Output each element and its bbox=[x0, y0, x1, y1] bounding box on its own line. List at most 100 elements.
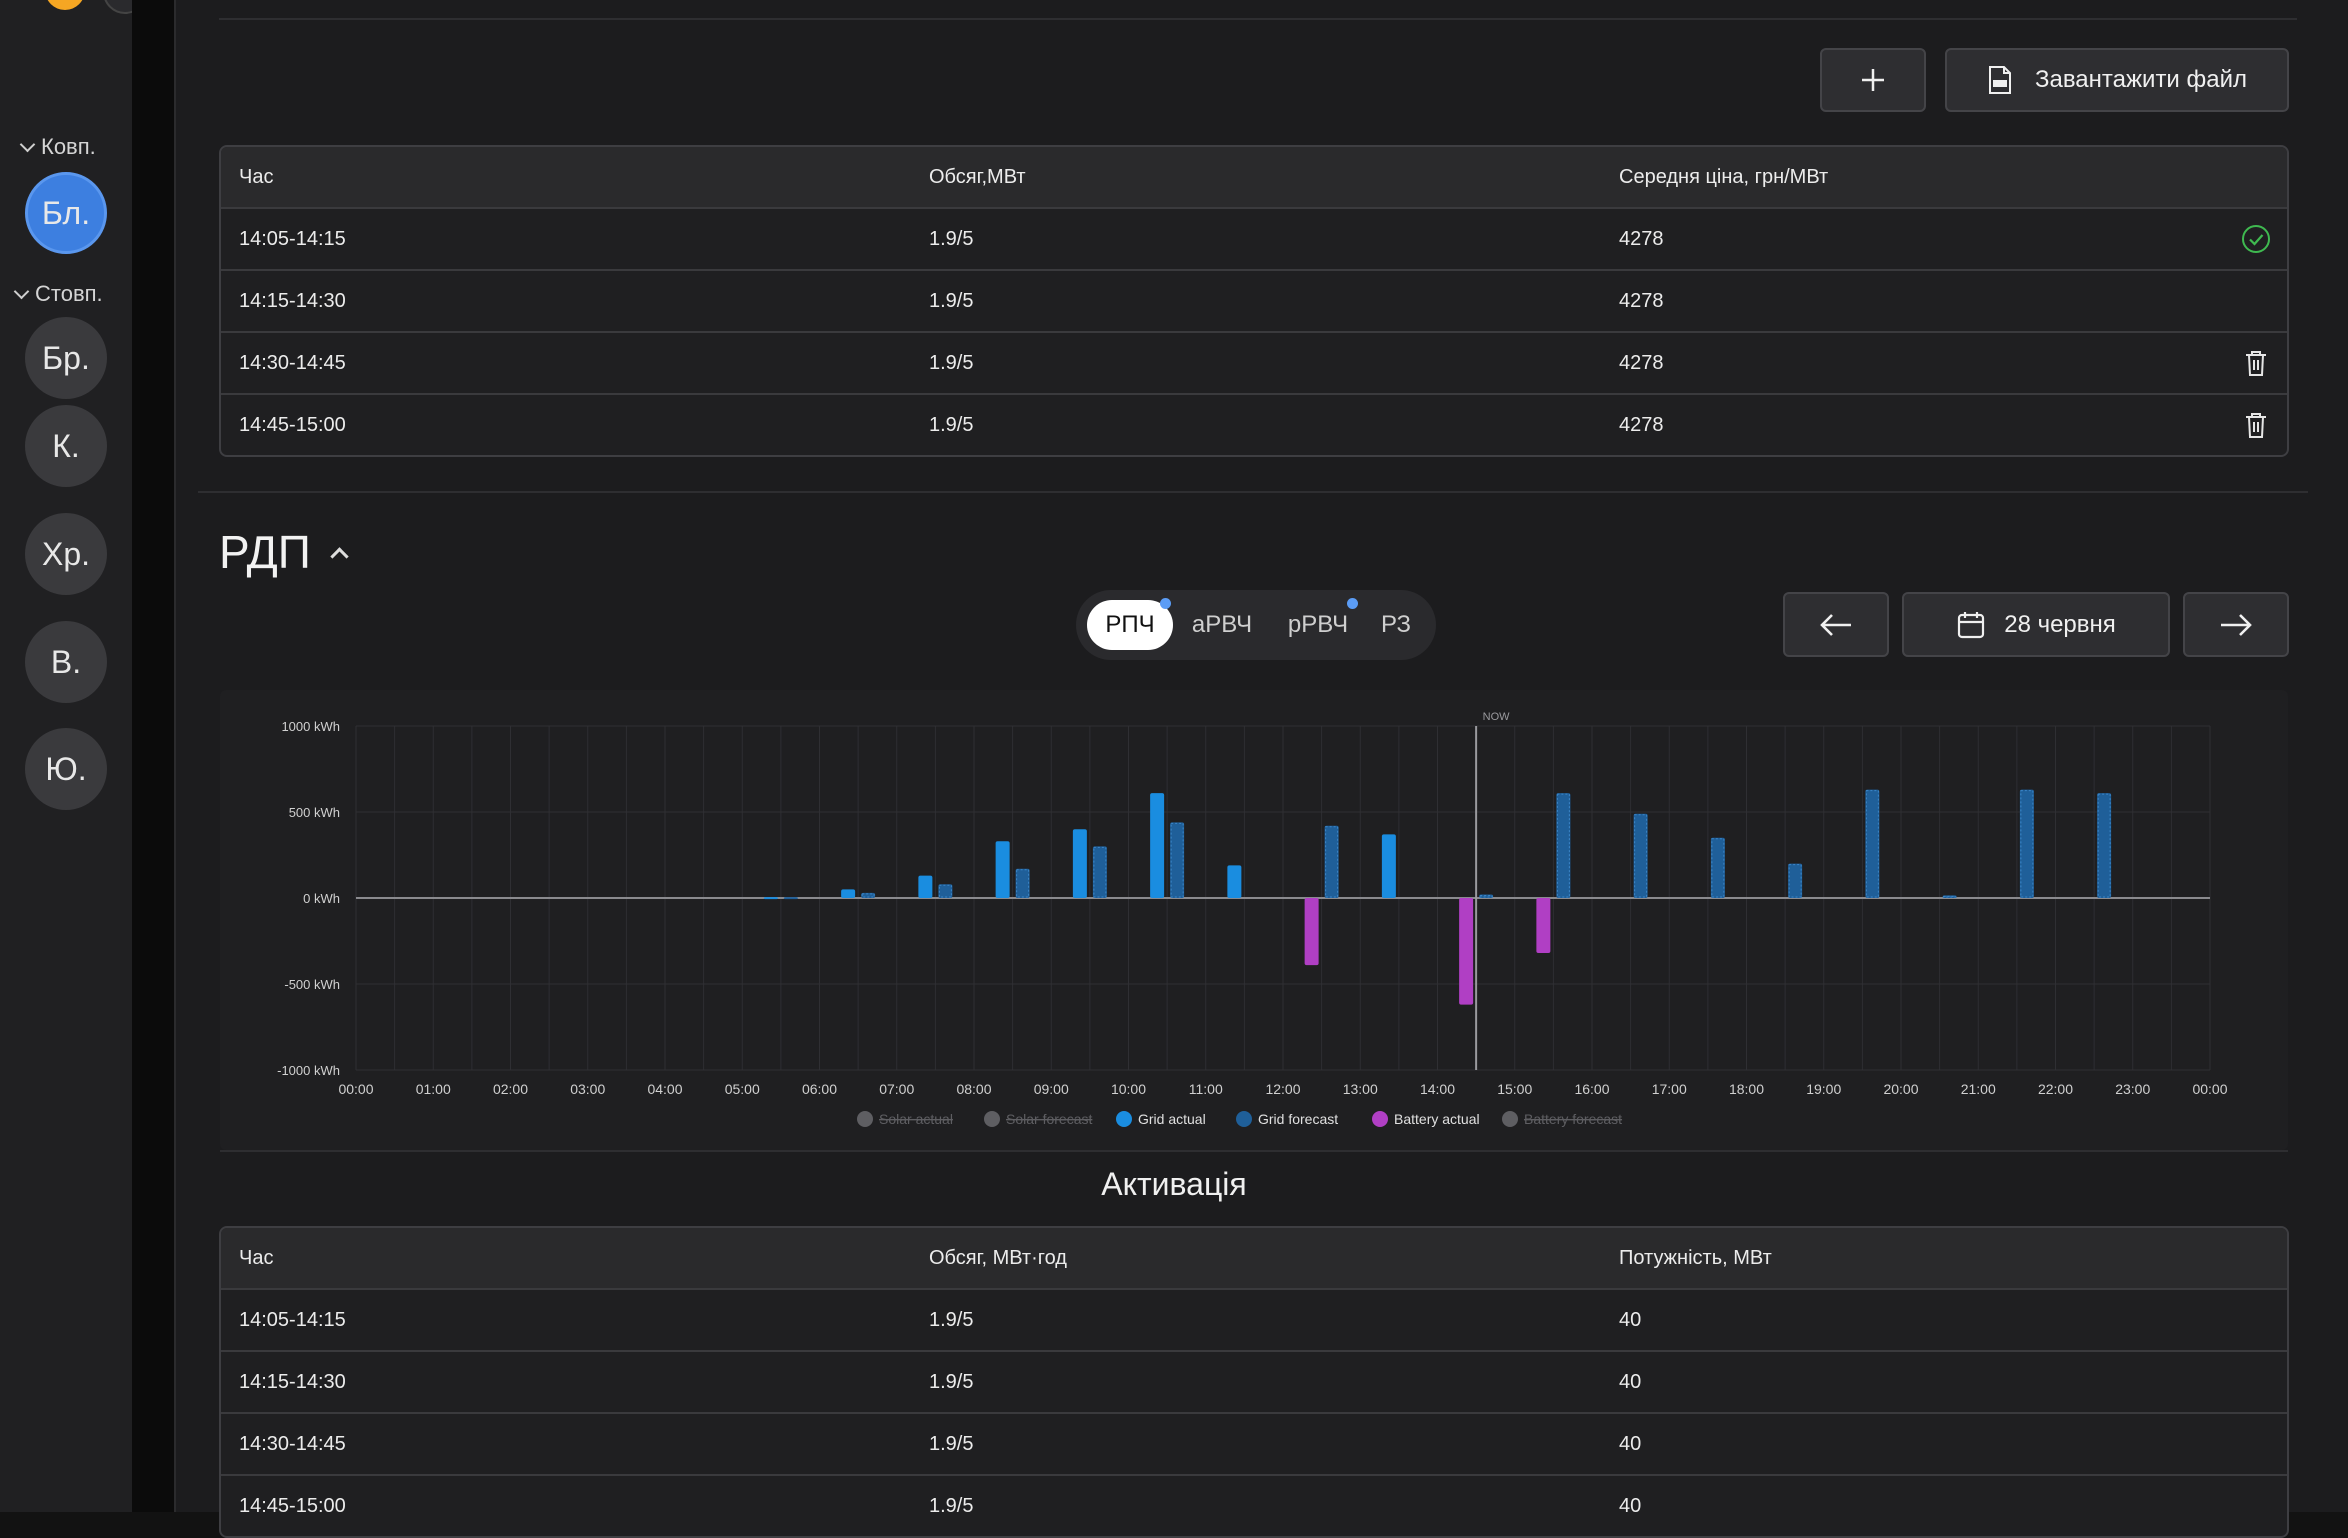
avatar-label: Бл. bbox=[41, 194, 91, 231]
x-tick-label: 22:00 bbox=[2038, 1081, 2073, 1097]
avatar-label: Ю. bbox=[45, 750, 87, 787]
sidebar: Ковп. Бл. Стовп. Бр. К. Хр. В. Ю. bbox=[0, 0, 147, 1512]
bar bbox=[1556, 793, 1571, 898]
tab-rz[interactable]: РЗ bbox=[1368, 600, 1424, 650]
add-button[interactable] bbox=[1820, 48, 1926, 112]
legend-swatch bbox=[857, 1111, 873, 1127]
divider bbox=[220, 1150, 2288, 1152]
activation-table: Час Обсяг, МВт·год Потужність, МВт 14:05… bbox=[219, 1226, 2289, 1538]
cell-time: 14:15-14:30 bbox=[239, 1370, 346, 1393]
cell-price: 4278 bbox=[1619, 289, 1664, 312]
x-tick-label: 12:00 bbox=[1265, 1081, 1300, 1097]
table-row: 14:30-14:45 1.9/5 40 bbox=[221, 1412, 2287, 1474]
bar bbox=[783, 897, 798, 900]
legend-item: Grid actual bbox=[1138, 1111, 1206, 1127]
x-tick-label: 19:00 bbox=[1806, 1081, 1841, 1097]
next-day-button[interactable] bbox=[2183, 592, 2289, 657]
xls-file-icon bbox=[1988, 66, 2011, 94]
sidebar-avatar-active[interactable]: Бл. bbox=[25, 172, 107, 254]
cell-time: 14:05-14:15 bbox=[239, 1308, 346, 1331]
y-tick-label: -500 kWh bbox=[284, 977, 340, 992]
notification-dot bbox=[1160, 598, 1171, 609]
tab-arvch[interactable]: аРВЧ bbox=[1180, 600, 1264, 650]
upload-file-button[interactable]: Завантажити файл bbox=[1945, 48, 2289, 112]
cell-price: 4278 bbox=[1619, 351, 1664, 374]
date-picker-button[interactable]: 28 червня bbox=[1902, 592, 2170, 657]
legend-swatch bbox=[1236, 1111, 1252, 1127]
cell-time: 14:05-14:15 bbox=[239, 227, 346, 250]
legend-swatch bbox=[1502, 1111, 1518, 1127]
trash-icon[interactable] bbox=[2241, 410, 2271, 440]
bar bbox=[918, 875, 933, 898]
energy-chart: 1000 kWh 500 kWh 0 kWh -500 kWh -1000 kWh 00:… bbox=[220, 690, 2288, 1150]
market-tabs: РПЧ аРВЧ рРВЧ РЗ bbox=[1076, 590, 1436, 660]
prev-day-button[interactable] bbox=[1783, 592, 1889, 657]
x-tick-label: 03:00 bbox=[570, 1081, 605, 1097]
cell-volume: 1.9/5 bbox=[929, 227, 974, 250]
bar bbox=[1072, 829, 1087, 898]
x-tick-label: 08:00 bbox=[956, 1081, 991, 1097]
table-row: 14:45-15:00 1.9/5 40 bbox=[221, 1474, 2287, 1536]
bar bbox=[1536, 898, 1551, 954]
bar bbox=[1324, 825, 1339, 898]
cell-power: 40 bbox=[1619, 1494, 1642, 1517]
now-label: NOW bbox=[1483, 711, 1511, 723]
cell-time: 14:45-15:00 bbox=[239, 1494, 346, 1517]
cell-volume: 1.9/5 bbox=[929, 1432, 974, 1455]
x-tick-label: 00:00 bbox=[338, 1081, 373, 1097]
cell-time: 14:45-15:00 bbox=[239, 413, 346, 436]
plus-icon bbox=[1862, 69, 1884, 91]
rdp-section-toggle[interactable]: РДП bbox=[219, 525, 349, 579]
x-tick-label: 02:00 bbox=[493, 1081, 528, 1097]
bar bbox=[2019, 789, 2034, 898]
y-tick-label: 0 kWh bbox=[303, 891, 340, 906]
x-tick-label: 00:00 bbox=[2192, 1081, 2227, 1097]
bar bbox=[1015, 868, 1030, 898]
cell-price: 4278 bbox=[1619, 413, 1664, 436]
upload-file-label: Завантажити файл bbox=[2034, 66, 2248, 93]
sidebar-group-label: Стовп. bbox=[35, 281, 103, 306]
table-header: Час Обсяг,МВт Середня ціна, грн/МВт bbox=[221, 147, 2287, 207]
legend-item: Grid forecast bbox=[1258, 1111, 1338, 1127]
table-row: 14:30-14:45 1.9/5 4278 bbox=[221, 331, 2287, 393]
tab-label: рРВЧ bbox=[1287, 611, 1349, 638]
bar bbox=[841, 889, 856, 898]
cell-price: 4278 bbox=[1619, 227, 1664, 250]
cell-power: 40 bbox=[1619, 1308, 1642, 1331]
sidebar-group-toggle-stovp[interactable]: Стовп. bbox=[13, 281, 103, 307]
divider bbox=[198, 491, 2308, 493]
bar bbox=[1150, 793, 1165, 898]
sidebar-avatar[interactable]: Ю. bbox=[25, 728, 107, 810]
tab-rpch[interactable]: РПЧ bbox=[1087, 600, 1173, 650]
x-tick-label: 23:00 bbox=[2115, 1081, 2150, 1097]
bar bbox=[1170, 822, 1185, 898]
bar bbox=[1304, 898, 1319, 966]
x-tick-label: 20:00 bbox=[1883, 1081, 1918, 1097]
cell-volume: 1.9/5 bbox=[929, 289, 974, 312]
bar bbox=[1381, 834, 1396, 898]
x-tick-label: 15:00 bbox=[1497, 1081, 1532, 1097]
avatar-label: К. bbox=[52, 427, 80, 464]
column-header: Обсяг,МВт bbox=[929, 165, 1026, 188]
status-dot bbox=[45, 0, 85, 10]
chart-canvas: 1000 kWh 500 kWh 0 kWh -500 kWh -1000 kWh 00:… bbox=[277, 711, 2228, 1127]
tab-label: РЗ bbox=[1381, 611, 1411, 638]
y-tick-label: 500 kWh bbox=[289, 805, 340, 820]
trash-icon[interactable] bbox=[2241, 348, 2271, 378]
sidebar-avatar[interactable]: Бр. bbox=[25, 317, 107, 399]
x-tick-label: 04:00 bbox=[647, 1081, 682, 1097]
sidebar-avatar[interactable]: К. bbox=[25, 405, 107, 487]
table-header: Час Обсяг, МВт·год Потужність, МВт bbox=[221, 1228, 2287, 1288]
bar bbox=[995, 841, 1010, 898]
sidebar-avatar[interactable]: В. bbox=[25, 621, 107, 703]
sidebar-group-toggle-kovp[interactable]: Ковп. bbox=[19, 134, 96, 160]
cell-power: 40 bbox=[1619, 1370, 1642, 1393]
legend-swatch bbox=[1372, 1111, 1388, 1127]
column-header: Обсяг, МВт·год bbox=[929, 1246, 1067, 1269]
x-tick-label: 18:00 bbox=[1729, 1081, 1764, 1097]
x-tick-label: 17:00 bbox=[1652, 1081, 1687, 1097]
x-tick-label: 06:00 bbox=[802, 1081, 837, 1097]
sidebar-avatar[interactable]: Хр. bbox=[25, 513, 107, 595]
y-tick-label: 1000 kWh bbox=[281, 719, 340, 734]
divider bbox=[219, 18, 2297, 20]
